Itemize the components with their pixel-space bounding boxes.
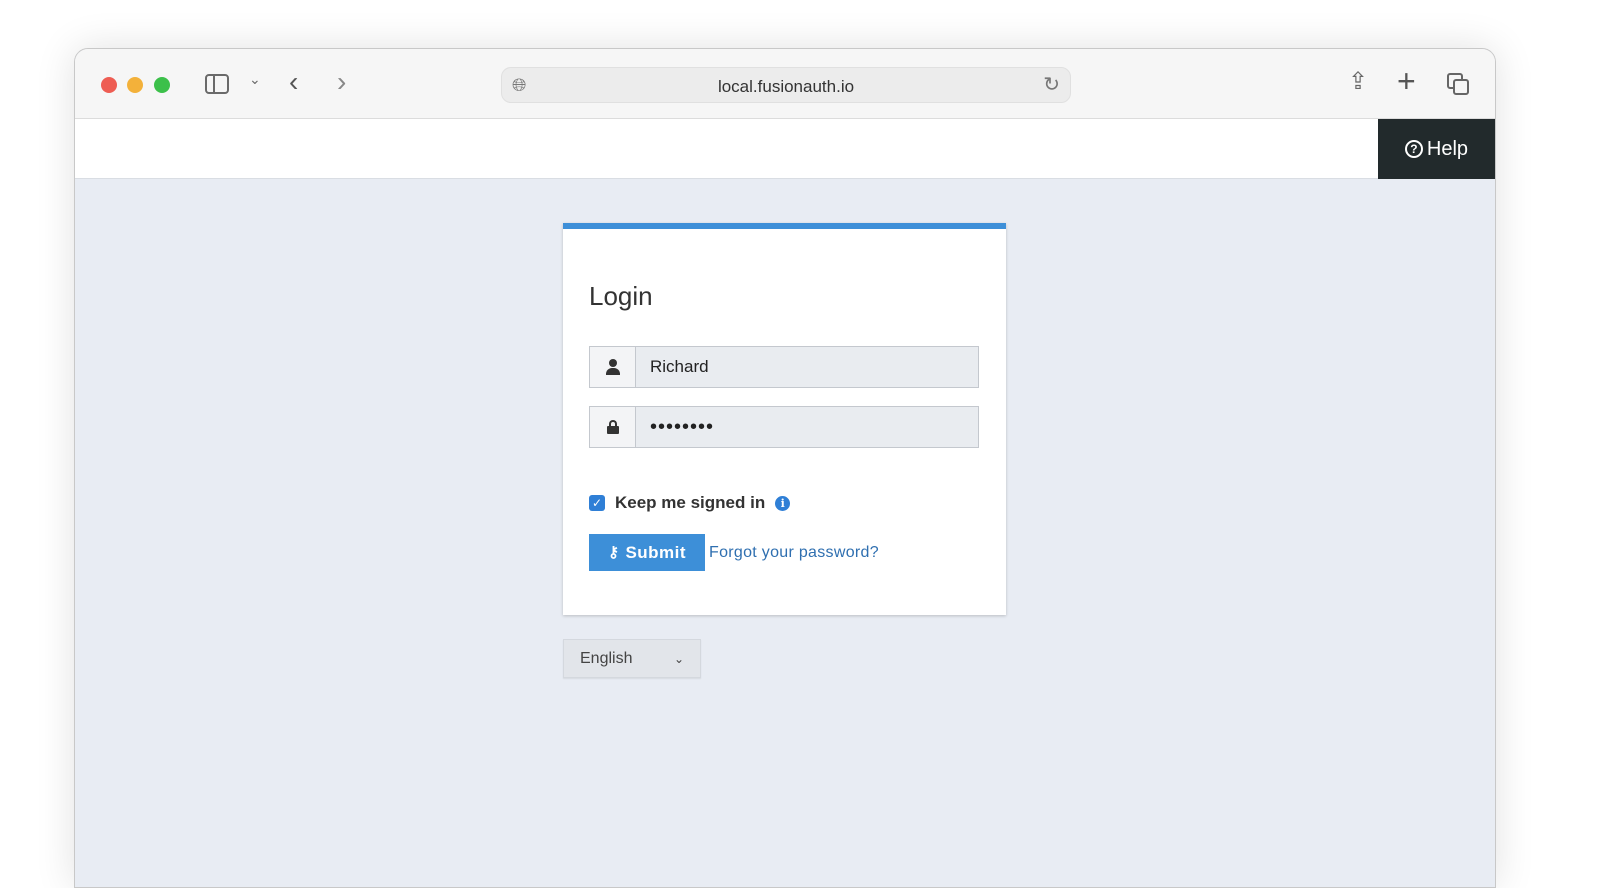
browser-window: ⌄ ‹ › 🌐︎ local.fusionauth.io ↻ ⇪ + ? Hel… xyxy=(74,48,1496,888)
lock-icon xyxy=(606,420,619,434)
submit-button[interactable]: ⚷ Submit xyxy=(589,534,705,571)
username-group xyxy=(589,346,979,388)
password-input[interactable] xyxy=(636,407,978,447)
user-addon xyxy=(590,347,636,387)
page-title: Login xyxy=(589,281,653,311)
zoom-window-button[interactable] xyxy=(154,77,170,93)
language-selected: English xyxy=(580,649,633,667)
login-panel: Login ✓ Keep me signed in i ⚷ Submit For… xyxy=(563,223,1006,615)
chevron-down-icon[interactable]: ⌄ xyxy=(249,71,261,88)
username-input[interactable] xyxy=(636,347,978,387)
keep-signed-in-row: ✓ Keep me signed in i xyxy=(589,493,791,513)
close-window-button[interactable] xyxy=(101,77,117,93)
plus-icon[interactable]: + xyxy=(1397,63,1416,99)
key-icon: ⚷ xyxy=(607,544,620,561)
keep-signed-in-checkbox[interactable]: ✓ xyxy=(589,495,605,511)
user-icon xyxy=(605,359,620,375)
address-bar[interactable]: 🌐︎ local.fusionauth.io ↻ xyxy=(501,67,1071,103)
lock-addon xyxy=(590,407,636,447)
help-label: Help xyxy=(1426,137,1469,160)
tabs-icon[interactable] xyxy=(1447,73,1469,95)
question-circle-icon: ? xyxy=(1404,140,1423,158)
help-button[interactable]: ? Help xyxy=(1378,119,1495,179)
chevron-down-icon: ⌄ xyxy=(673,651,684,666)
sidebar-icon[interactable] xyxy=(205,74,229,94)
chevron-right-icon[interactable]: › xyxy=(337,66,346,98)
url-text[interactable]: local.fusionauth.io xyxy=(502,77,1070,97)
share-icon[interactable]: ⇪ xyxy=(1348,67,1368,96)
reload-icon[interactable]: ↻ xyxy=(1043,74,1060,96)
submit-label: Submit xyxy=(625,542,687,562)
page-header: ? Help xyxy=(75,119,1495,179)
browser-toolbar: ⌄ ‹ › 🌐︎ local.fusionauth.io ↻ ⇪ + xyxy=(75,49,1495,119)
forgot-password-link[interactable]: Forgot your password? xyxy=(709,544,879,562)
keep-signed-in-label[interactable]: Keep me signed in xyxy=(615,493,765,513)
minimize-window-button[interactable] xyxy=(127,77,143,93)
language-select[interactable]: English ⌄ xyxy=(563,639,701,678)
chevron-left-icon[interactable]: ‹ xyxy=(289,66,298,98)
info-icon[interactable]: i xyxy=(775,495,791,511)
password-group xyxy=(589,406,979,448)
